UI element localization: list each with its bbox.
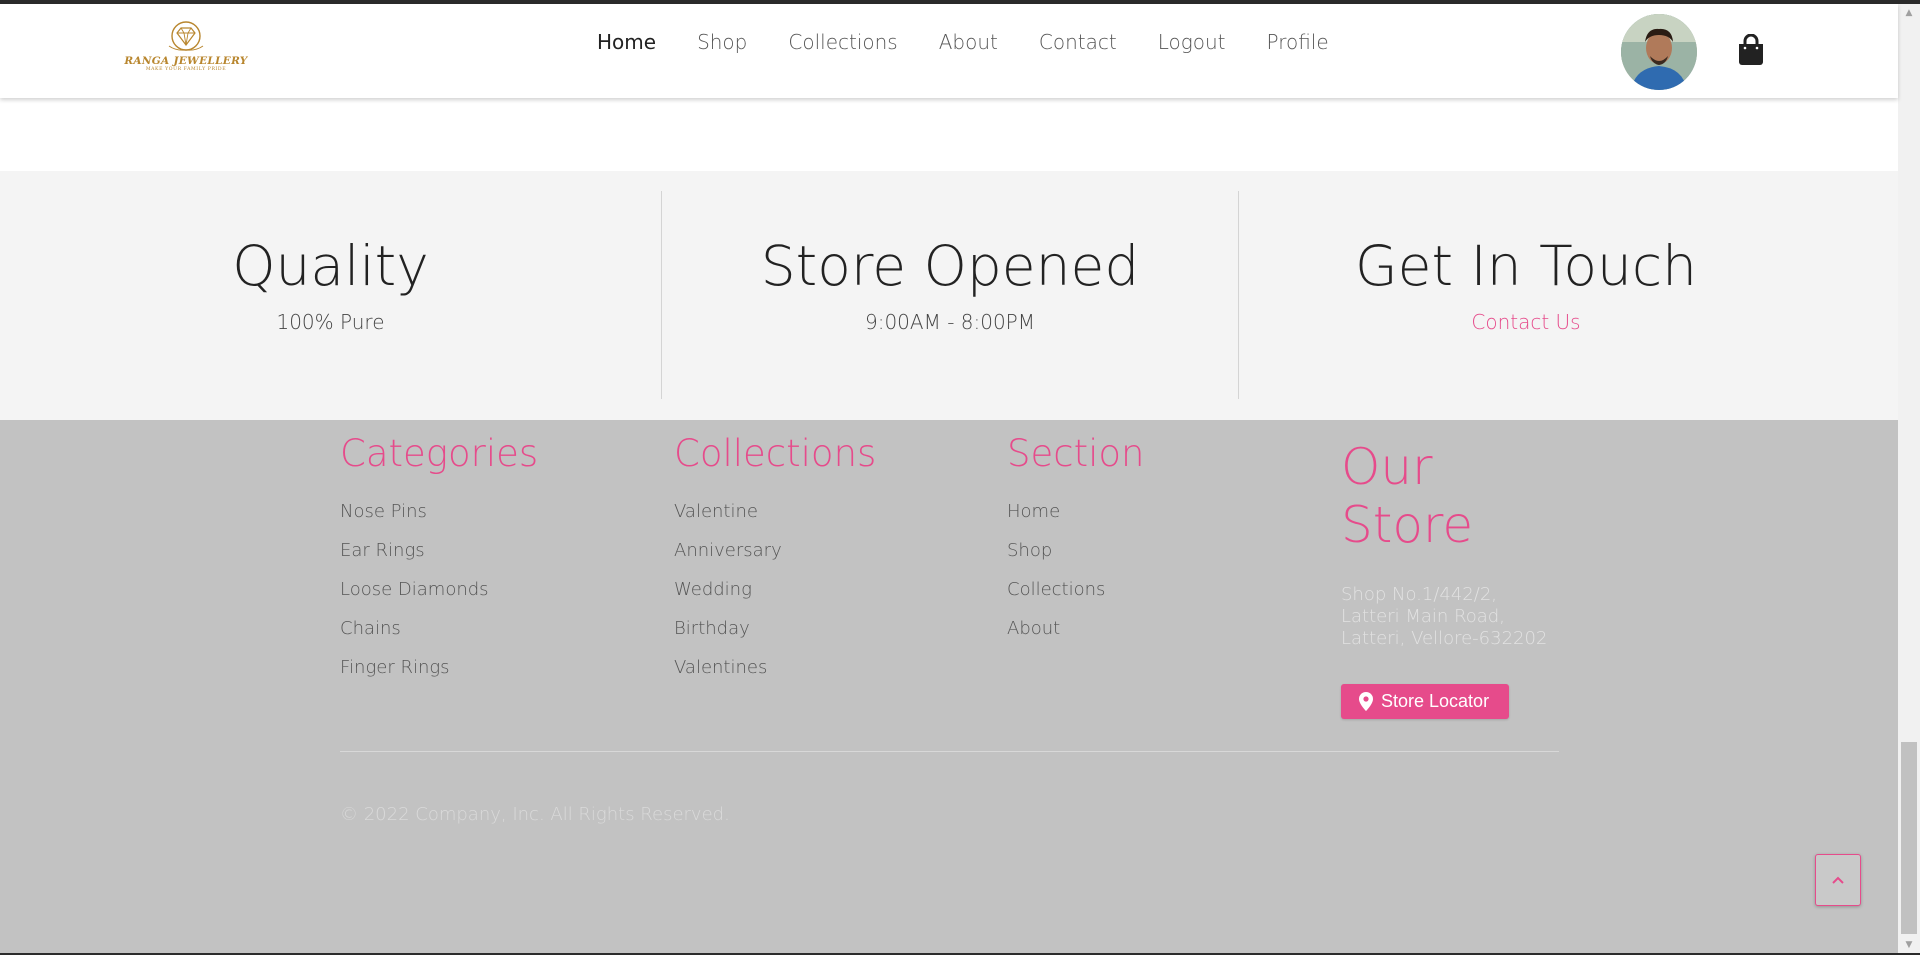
footer-link[interactable]: Shop bbox=[1007, 531, 1144, 570]
store-heading-line: Store bbox=[1341, 496, 1474, 554]
chevron-up-icon bbox=[1832, 876, 1844, 884]
feature-subtitle: 9:00AM - 8:00PM bbox=[864, 310, 1035, 334]
footer-link[interactable]: Finger Rings bbox=[340, 648, 538, 687]
store-locator-label: Store Locator bbox=[1381, 691, 1490, 711]
footer-collections: Collections Valentine Anniversary Weddin… bbox=[674, 430, 876, 687]
nav-collections[interactable]: Collections bbox=[788, 26, 897, 58]
store-address: Shop No.1/442/2, Latteri Main Road, Latt… bbox=[1341, 584, 1547, 650]
feature-title: Get In Touch bbox=[1355, 234, 1697, 298]
diamond-logo-icon bbox=[168, 21, 204, 51]
footer-link[interactable]: Valentines bbox=[674, 648, 876, 687]
copyright-text: © 2022 Company, Inc. All Rights Reserved… bbox=[340, 804, 730, 825]
feature-title: Store Opened bbox=[760, 234, 1140, 298]
scroll-up-arrow-icon[interactable]: ▲ bbox=[1898, 4, 1920, 21]
footer-link[interactable]: Anniversary bbox=[674, 531, 876, 570]
address-line: Latteri, Vellore-632202 bbox=[1341, 628, 1548, 649]
page-scrollbar[interactable]: ▲ ▼ bbox=[1898, 4, 1920, 953]
footer-our-store: Our Store Shop No.1/442/2, Latteri Main … bbox=[1341, 430, 1547, 719]
store-heading-line: Our bbox=[1341, 438, 1433, 496]
site-header: RANGA JEWELLERY MAKE YOUR FAMILY PRIDE H… bbox=[0, 4, 1898, 98]
footer-link[interactable]: Loose Diamonds bbox=[340, 570, 538, 609]
feature-band: Quality 100% Pure Store Opened 9:00AM - … bbox=[0, 171, 1898, 420]
contact-us-link[interactable]: Contact Us bbox=[1471, 310, 1580, 334]
user-avatar[interactable] bbox=[1621, 14, 1697, 90]
footer-categories: Categories Nose Pins Ear Rings Loose Dia… bbox=[340, 430, 538, 687]
footer-link[interactable]: Collections bbox=[1007, 570, 1144, 609]
address-line: Shop No.1/442/2, bbox=[1341, 584, 1497, 605]
shopping-bag-icon[interactable] bbox=[1737, 33, 1765, 66]
footer-link[interactable]: Home bbox=[1007, 492, 1144, 531]
feature-store-hours: Store Opened 9:00AM - 8:00PM bbox=[661, 191, 1239, 399]
store-locator-button[interactable]: Store Locator bbox=[1341, 684, 1510, 719]
feature-title: Quality bbox=[232, 234, 429, 298]
scroll-down-arrow-icon[interactable]: ▼ bbox=[1898, 936, 1920, 953]
brand-name: RANGA JEWELLERY bbox=[124, 55, 248, 67]
map-marker-icon bbox=[1359, 692, 1373, 711]
footer-link[interactable]: Birthday bbox=[674, 609, 876, 648]
footer-link[interactable]: Wedding bbox=[674, 570, 876, 609]
feature-get-in-touch: Get In Touch Contact Us bbox=[1238, 191, 1814, 399]
footer-link[interactable]: About bbox=[1007, 609, 1144, 648]
back-to-top-button[interactable] bbox=[1815, 854, 1861, 906]
footer-heading: Section bbox=[1007, 432, 1145, 475]
footer-link[interactable]: Nose Pins bbox=[340, 492, 538, 531]
brand-logo[interactable]: RANGA JEWELLERY MAKE YOUR FAMILY PRIDE bbox=[123, 20, 249, 82]
footer-link[interactable]: Chains bbox=[340, 609, 538, 648]
feature-quality: Quality 100% Pure bbox=[0, 191, 661, 399]
footer-section: Section Home Shop Collections About bbox=[1007, 430, 1144, 648]
footer-heading: Collections bbox=[674, 432, 877, 475]
feature-subtitle: Contact Us bbox=[1238, 309, 1814, 335]
footer-divider bbox=[340, 751, 1559, 752]
footer-heading: Categories bbox=[340, 432, 539, 475]
footer-link[interactable]: Valentine bbox=[674, 492, 876, 531]
nav-contact[interactable]: Contact bbox=[1039, 26, 1117, 58]
nav-logout[interactable]: Logout bbox=[1158, 26, 1226, 58]
feature-subtitle: 100% Pure bbox=[276, 310, 385, 334]
brand-tagline: MAKE YOUR FAMILY PRIDE bbox=[145, 67, 227, 72]
footer-link[interactable]: Ear Rings bbox=[340, 531, 538, 570]
site-footer: Categories Nose Pins Ear Rings Loose Dia… bbox=[0, 420, 1898, 953]
nav-about[interactable]: About bbox=[939, 26, 998, 58]
scrollbar-thumb[interactable] bbox=[1901, 742, 1917, 934]
nav-shop[interactable]: Shop bbox=[697, 26, 747, 58]
avatar-photo bbox=[1621, 14, 1697, 90]
store-heading: Our Store bbox=[1341, 438, 1547, 554]
main-nav: Home Shop Collections About Contact Logo… bbox=[597, 26, 1370, 58]
address-line: Latteri Main Road, bbox=[1341, 606, 1505, 627]
nav-home[interactable]: Home bbox=[597, 26, 656, 58]
nav-profile[interactable]: Profile bbox=[1266, 26, 1328, 58]
